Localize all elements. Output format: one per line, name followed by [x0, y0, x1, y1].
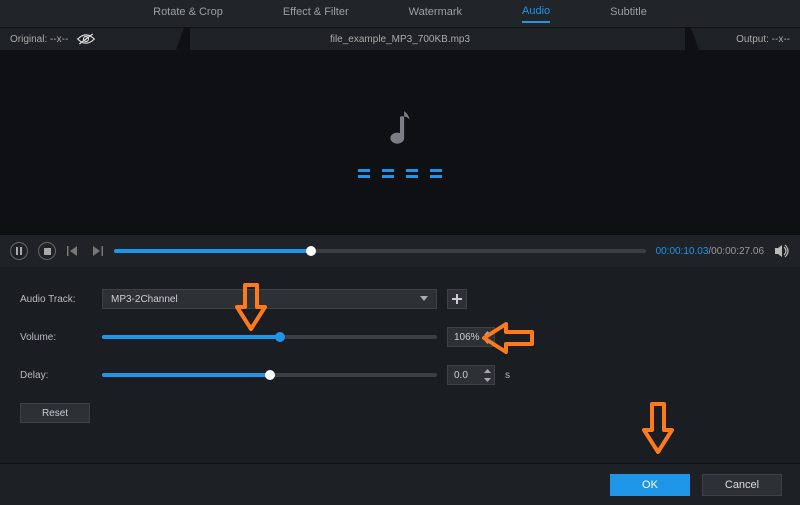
audio-settings: Audio Track: MP3-2Channel Volume: 106% D… [0, 267, 800, 433]
tab-rotate-crop[interactable]: Rotate & Crop [153, 6, 223, 22]
delay-step-up[interactable] [482, 367, 492, 374]
volume-spinner[interactable]: 106% [447, 327, 495, 347]
audio-track-label: Audio Track: [20, 294, 92, 305]
delay-label: Delay: [20, 370, 92, 381]
delay-value: 0.0 [454, 370, 468, 381]
pause-button[interactable] [10, 242, 28, 260]
player-bar: 00:00:10.03/00:00:27.06 [0, 235, 800, 267]
filename-label: file_example_MP3_700KB.mp3 [0, 34, 800, 45]
info-bar: Original: --x-- file_example_MP3_700KB.m… [0, 28, 800, 50]
tab-watermark[interactable]: Watermark [409, 6, 462, 22]
volume-slider-handle[interactable] [275, 332, 285, 342]
original-size-label: Original: --x-- [10, 34, 68, 45]
equalizer-icon [358, 169, 442, 178]
stop-button[interactable] [38, 242, 56, 260]
output-size-label: Output: --x-- [736, 34, 790, 45]
volume-slider[interactable] [102, 335, 437, 339]
music-note-icon [383, 107, 417, 151]
editor-tabs: Rotate & Crop Effect & Filter Watermark … [0, 0, 800, 28]
volume-step-up[interactable] [482, 329, 492, 336]
volume-value: 106% [454, 332, 480, 343]
progress-handle[interactable] [306, 246, 316, 256]
volume-step-down[interactable] [482, 338, 492, 345]
next-button[interactable] [90, 244, 104, 258]
chevron-down-icon [420, 294, 428, 305]
tab-audio[interactable]: Audio [522, 5, 550, 23]
delay-step-down[interactable] [482, 376, 492, 383]
volume-label: Volume: [20, 332, 92, 343]
tab-subtitle[interactable]: Subtitle [610, 6, 647, 22]
preview-area [0, 50, 800, 235]
time-display: 00:00:10.03/00:00:27.06 [656, 246, 764, 257]
tab-effect-filter[interactable]: Effect & Filter [283, 6, 349, 22]
cancel-button[interactable]: Cancel [702, 474, 782, 496]
dialog-footer: OK Cancel [0, 463, 800, 505]
delay-slider[interactable] [102, 373, 437, 377]
audio-track-value: MP3-2Channel [111, 294, 178, 305]
add-track-button[interactable] [447, 289, 467, 309]
delay-slider-handle[interactable] [265, 370, 275, 380]
volume-icon[interactable] [774, 243, 790, 259]
prev-button[interactable] [66, 244, 80, 258]
delay-spinner[interactable]: 0.0 [447, 365, 495, 385]
progress-slider[interactable] [114, 249, 646, 253]
audio-track-select[interactable]: MP3-2Channel [102, 289, 437, 309]
delay-unit: s [505, 370, 510, 381]
preview-toggle-icon[interactable] [76, 32, 96, 46]
ok-button[interactable]: OK [610, 474, 690, 496]
reset-button[interactable]: Reset [20, 403, 90, 423]
